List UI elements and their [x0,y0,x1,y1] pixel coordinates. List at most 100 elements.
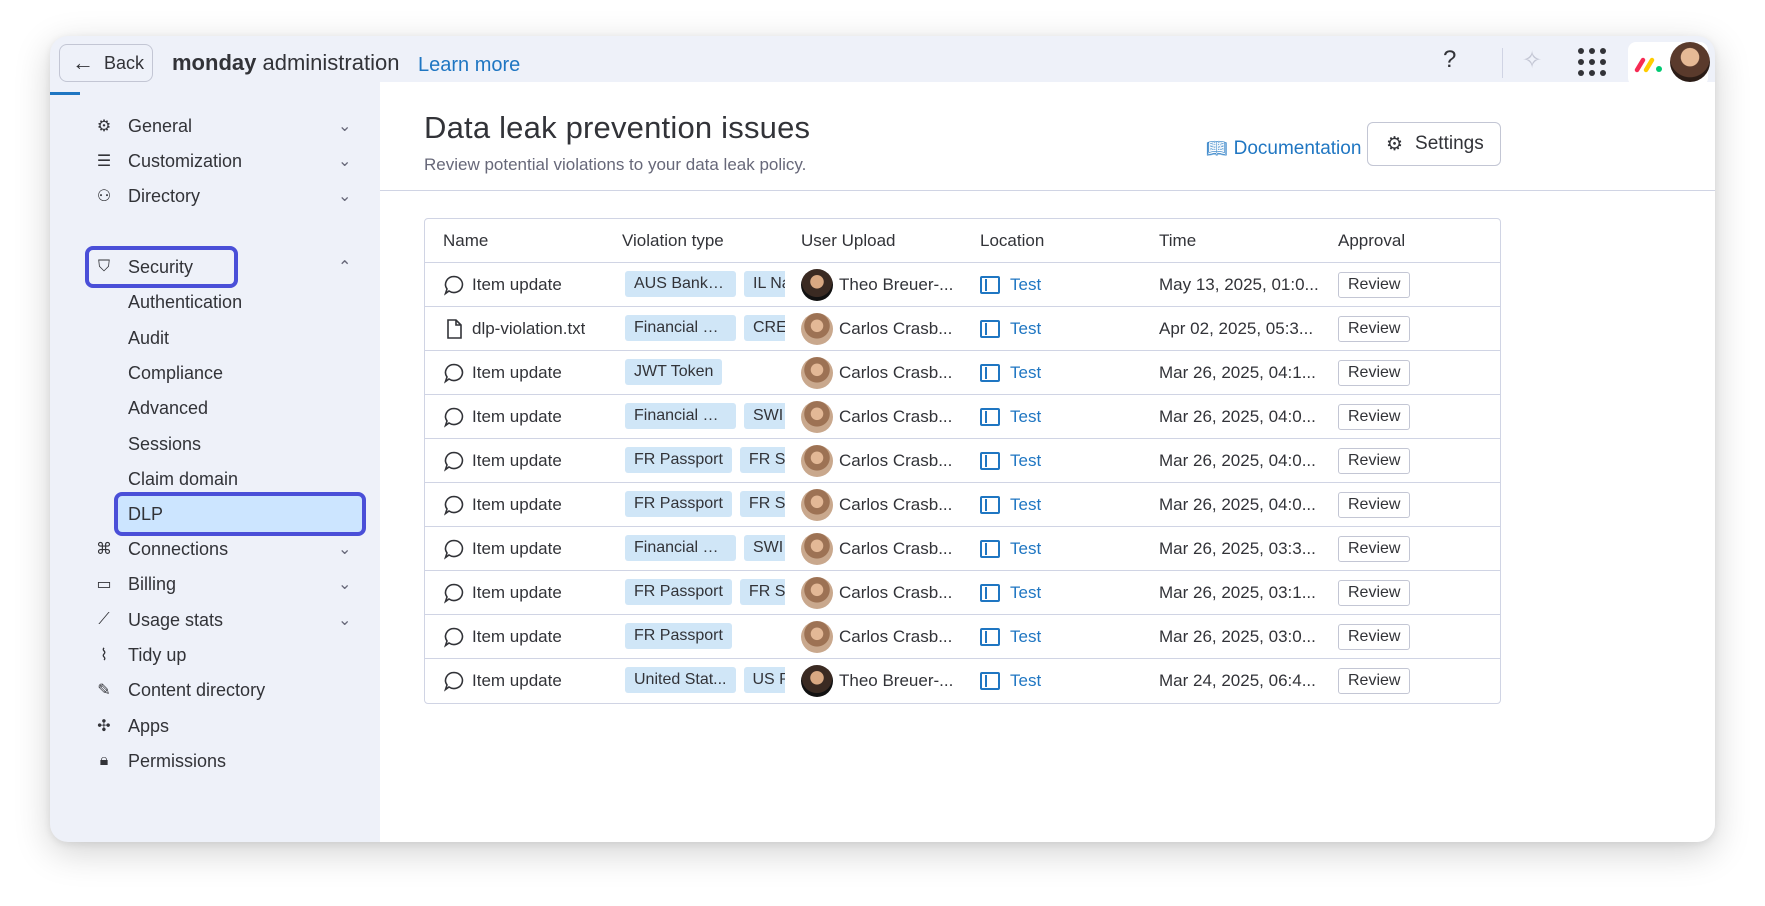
row-location-link[interactable]: Test [1010,539,1041,559]
app-window: ← Back monday administration Learn more … [50,36,1715,842]
column-header-approval[interactable]: Approval [1338,231,1405,251]
row-location-link[interactable]: Test [1010,363,1041,383]
table-row[interactable]: Item update Financial De... SWI Carlos Cras… [425,527,1500,571]
row-name[interactable]: Item update [443,483,562,527]
page-subtitle: Review potential violations to your data… [424,155,807,174]
sidebar-item-usage-stats[interactable]: ⟋ Usage stats ⌄ [94,602,351,638]
row-location-link[interactable]: Test [1010,495,1041,515]
sidebar-sub-dlp[interactable]: DLP [128,504,163,525]
row-user[interactable]: Carlos Crasb... [801,307,952,351]
row-name[interactable]: Item update [443,263,562,307]
board-icon [980,540,1000,558]
row-name[interactable]: Item update [443,615,562,659]
review-button[interactable]: Review [1338,360,1411,386]
row-user[interactable]: Theo Breuer-... [801,263,953,307]
row-location-link[interactable]: Test [1010,451,1041,471]
table-row[interactable]: dlp-violation.txt Financial De... CRE Carlo… [425,307,1500,351]
review-button[interactable]: Review [1338,624,1411,650]
table-row[interactable]: Item update Financial De... SWI Carlos Cras… [425,395,1500,439]
row-location[interactable]: Test [980,263,1041,307]
sidebar-item-connections[interactable]: ⌘ Connections ⌄ [94,531,351,567]
violation-tag: FR SS [739,491,785,517]
row-location[interactable]: Test [980,527,1041,571]
settings-button[interactable]: ⚙ Settings [1367,122,1501,166]
review-button[interactable]: Review [1338,404,1411,430]
row-location[interactable]: Test [980,571,1041,615]
row-approval: Review [1338,395,1411,439]
row-user[interactable]: Carlos Crasb... [801,571,952,615]
sidebar-sub-claim-domain[interactable]: Claim domain [128,469,238,490]
sidebar-sub-authentication[interactable]: Authentication [128,292,242,313]
sidebar-sub-sessions[interactable]: Sessions [128,434,201,455]
column-header-user-upload[interactable]: User Upload [801,231,896,251]
sidebar-sub-audit[interactable]: Audit [128,328,169,349]
row-location-link[interactable]: Test [1010,407,1041,427]
row-name-label: Item update [472,583,562,602]
row-user[interactable]: Carlos Crasb... [801,527,952,571]
arrow-left-icon: ← [72,50,94,75]
row-location[interactable]: Test [980,351,1041,395]
table-row[interactable]: Item update FR Passport FR SS Carlos Crasb.… [425,439,1500,483]
row-location[interactable]: Test [980,615,1041,659]
row-name[interactable]: Item update [443,571,562,615]
sparkle-icon[interactable]: ✧ [1522,46,1542,75]
documentation-link[interactable]: 📖︎ Documentation [1206,138,1361,160]
row-name[interactable]: Item update [443,659,562,703]
review-button[interactable]: Review [1338,272,1411,298]
table-row[interactable]: Item update JWT Token Carlos Crasb... Test M… [425,351,1500,395]
apps-grid-icon[interactable] [1578,48,1606,76]
sidebar-item-general[interactable]: ⚙ General ⌄ [94,108,352,144]
help-icon[interactable]: ? [1443,46,1456,74]
sidebar-sub-compliance[interactable]: Compliance [128,363,223,384]
row-user[interactable]: Carlos Crasb... [801,483,952,527]
row-location[interactable]: Test [980,307,1041,351]
row-user[interactable]: Carlos Crasb... [801,351,952,395]
user-avatar[interactable] [1670,42,1710,82]
back-button[interactable]: ← Back [59,44,153,82]
row-location[interactable]: Test [980,395,1041,439]
review-button[interactable]: Review [1338,492,1411,518]
column-header-location[interactable]: Location [980,231,1044,251]
sidebar-item-content-directory[interactable]: ✎ Content directory [94,672,265,708]
row-location-link[interactable]: Test [1010,319,1041,339]
row-name[interactable]: dlp-violation.txt [443,307,585,351]
review-button[interactable]: Review [1338,316,1411,342]
table-row[interactable]: Item update United Stat... US P Theo Breuer… [425,659,1500,703]
row-user[interactable]: Carlos Crasb... [801,615,952,659]
row-location[interactable]: Test [980,439,1041,483]
column-header-violation-type[interactable]: Violation type [622,231,724,251]
table-row[interactable]: Item update FR Passport Carlos Crasb... Tes… [425,615,1500,659]
review-button[interactable]: Review [1338,668,1411,694]
sidebar-item-tidy-up[interactable]: ⌇ Tidy up [94,637,186,673]
review-button[interactable]: Review [1338,580,1411,606]
sidebar-item-customization[interactable]: ☰ Customization ⌄ [94,143,352,179]
row-name[interactable]: Item update [443,351,562,395]
book-icon: 📖︎ [1206,139,1228,158]
row-location[interactable]: Test [980,659,1041,703]
sidebar-item-directory[interactable]: ⚇ Directory ⌄ [94,178,352,214]
row-location-link[interactable]: Test [1010,275,1041,295]
sidebar-sub-advanced[interactable]: Advanced [128,398,208,419]
sidebar-item-permissions[interactable]: 🔒︎ Permissions [94,743,226,779]
row-name[interactable]: Item update [443,439,562,483]
table-row[interactable]: Item update AUS Bank A... IL Na Theo Breuer… [425,263,1500,307]
row-user[interactable]: Carlos Crasb... [801,439,952,483]
row-location-link[interactable]: Test [1010,583,1041,603]
row-location-link[interactable]: Test [1010,671,1041,691]
table-row[interactable]: Item update FR Passport FR SS Carlos Crasb.… [425,571,1500,615]
row-location[interactable]: Test [980,483,1041,527]
sidebar-item-apps[interactable]: ✣ Apps [94,708,169,744]
review-button[interactable]: Review [1338,448,1411,474]
sidebar-item-billing[interactable]: ▭ Billing ⌄ [94,566,351,602]
learn-more-link[interactable]: Learn more [418,54,520,77]
column-header-time[interactable]: Time [1159,231,1196,251]
sidebar-item-security[interactable]: ⛉ Security ⌃ [94,249,351,285]
row-location-link[interactable]: Test [1010,627,1041,647]
row-user[interactable]: Carlos Crasb... [801,395,952,439]
column-header-name[interactable]: Name [443,231,488,251]
row-user[interactable]: Theo Breuer-... [801,659,953,703]
row-name[interactable]: Item update [443,527,562,571]
table-row[interactable]: Item update FR Passport FR SS Carlos Crasb.… [425,483,1500,527]
review-button[interactable]: Review [1338,536,1411,562]
row-name[interactable]: Item update [443,395,562,439]
